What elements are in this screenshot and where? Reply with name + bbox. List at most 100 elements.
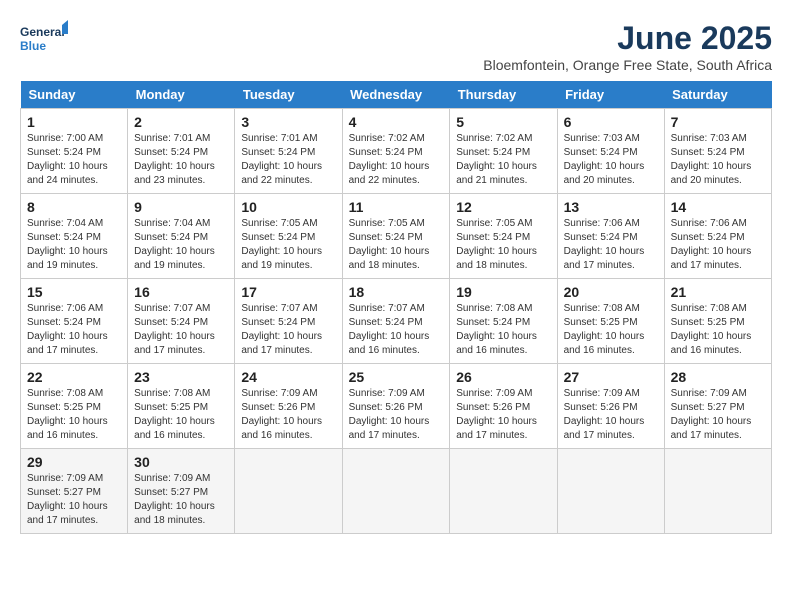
day-number: 5 [456,114,550,130]
day-info: Sunrise: 7:01 AM Sunset: 5:24 PM Dayligh… [241,132,335,188]
header-monday: Monday [128,81,235,109]
header-tuesday: Tuesday [235,81,342,109]
svg-text:Blue: Blue [20,39,46,53]
day-info: Sunrise: 7:07 AM Sunset: 5:24 PM Dayligh… [241,302,335,358]
day-info: Sunrise: 7:08 AM Sunset: 5:25 PM Dayligh… [671,302,765,358]
day-info: Sunrise: 7:09 AM Sunset: 5:26 PM Dayligh… [456,387,550,443]
week-row-5: 29 Sunrise: 7:09 AM Sunset: 5:27 PM Dayl… [21,449,772,534]
header-saturday: Saturday [664,81,771,109]
day-cell-27: 27 Sunrise: 7:09 AM Sunset: 5:26 PM Dayl… [557,364,664,449]
day-number: 3 [241,114,335,130]
empty-cell [664,449,771,534]
day-cell-3: 3 Sunrise: 7:01 AM Sunset: 5:24 PM Dayli… [235,109,342,194]
day-cell-11: 11 Sunrise: 7:05 AM Sunset: 5:24 PM Dayl… [342,194,450,279]
day-info: Sunrise: 7:09 AM Sunset: 5:26 PM Dayligh… [564,387,658,443]
day-cell-29: 29 Sunrise: 7:09 AM Sunset: 5:27 PM Dayl… [21,449,128,534]
day-cell-7: 7 Sunrise: 7:03 AM Sunset: 5:24 PM Dayli… [664,109,771,194]
day-cell-4: 4 Sunrise: 7:02 AM Sunset: 5:24 PM Dayli… [342,109,450,194]
day-info: Sunrise: 7:08 AM Sunset: 5:25 PM Dayligh… [134,387,228,443]
empty-cell [450,449,557,534]
day-number: 23 [134,369,228,385]
day-number: 11 [349,199,444,215]
day-cell-18: 18 Sunrise: 7:07 AM Sunset: 5:24 PM Dayl… [342,279,450,364]
day-info: Sunrise: 7:06 AM Sunset: 5:24 PM Dayligh… [564,217,658,273]
day-info: Sunrise: 7:00 AM Sunset: 5:24 PM Dayligh… [27,132,121,188]
day-number: 20 [564,284,658,300]
day-info: Sunrise: 7:09 AM Sunset: 5:27 PM Dayligh… [27,472,121,528]
day-info: Sunrise: 7:07 AM Sunset: 5:24 PM Dayligh… [134,302,228,358]
empty-cell [557,449,664,534]
day-number: 21 [671,284,765,300]
day-info: Sunrise: 7:05 AM Sunset: 5:24 PM Dayligh… [349,217,444,273]
day-cell-15: 15 Sunrise: 7:06 AM Sunset: 5:24 PM Dayl… [21,279,128,364]
day-info: Sunrise: 7:02 AM Sunset: 5:24 PM Dayligh… [349,132,444,188]
day-info: Sunrise: 7:07 AM Sunset: 5:24 PM Dayligh… [349,302,444,358]
day-info: Sunrise: 7:05 AM Sunset: 5:24 PM Dayligh… [241,217,335,273]
day-cell-16: 16 Sunrise: 7:07 AM Sunset: 5:24 PM Dayl… [128,279,235,364]
day-number: 24 [241,369,335,385]
day-cell-25: 25 Sunrise: 7:09 AM Sunset: 5:26 PM Dayl… [342,364,450,449]
day-cell-13: 13 Sunrise: 7:06 AM Sunset: 5:24 PM Dayl… [557,194,664,279]
day-cell-14: 14 Sunrise: 7:06 AM Sunset: 5:24 PM Dayl… [664,194,771,279]
day-number: 7 [671,114,765,130]
day-cell-21: 21 Sunrise: 7:08 AM Sunset: 5:25 PM Dayl… [664,279,771,364]
day-cell-20: 20 Sunrise: 7:08 AM Sunset: 5:25 PM Dayl… [557,279,664,364]
header-friday: Friday [557,81,664,109]
title-area: June 2025 Bloemfontein, Orange Free Stat… [483,20,772,73]
day-cell-28: 28 Sunrise: 7:09 AM Sunset: 5:27 PM Dayl… [664,364,771,449]
month-title: June 2025 [483,20,772,57]
day-cell-5: 5 Sunrise: 7:02 AM Sunset: 5:24 PM Dayli… [450,109,557,194]
day-number: 27 [564,369,658,385]
day-number: 8 [27,199,121,215]
day-number: 26 [456,369,550,385]
day-cell-23: 23 Sunrise: 7:08 AM Sunset: 5:25 PM Dayl… [128,364,235,449]
day-info: Sunrise: 7:08 AM Sunset: 5:25 PM Dayligh… [27,387,121,443]
day-info: Sunrise: 7:06 AM Sunset: 5:24 PM Dayligh… [671,217,765,273]
day-number: 12 [456,199,550,215]
day-info: Sunrise: 7:09 AM Sunset: 5:26 PM Dayligh… [349,387,444,443]
location-subtitle: Bloemfontein, Orange Free State, South A… [483,57,772,73]
logo: General Blue [20,20,68,60]
day-cell-1: 1 Sunrise: 7:00 AM Sunset: 5:24 PM Dayli… [21,109,128,194]
day-info: Sunrise: 7:09 AM Sunset: 5:26 PM Dayligh… [241,387,335,443]
day-cell-10: 10 Sunrise: 7:05 AM Sunset: 5:24 PM Dayl… [235,194,342,279]
day-number: 6 [564,114,658,130]
day-cell-2: 2 Sunrise: 7:01 AM Sunset: 5:24 PM Dayli… [128,109,235,194]
day-info: Sunrise: 7:03 AM Sunset: 5:24 PM Dayligh… [564,132,658,188]
day-number: 29 [27,454,121,470]
day-info: Sunrise: 7:06 AM Sunset: 5:24 PM Dayligh… [27,302,121,358]
logo-icon: General Blue [20,20,68,60]
svg-text:General: General [20,25,65,39]
day-number: 18 [349,284,444,300]
day-number: 15 [27,284,121,300]
header-sunday: Sunday [21,81,128,109]
day-number: 10 [241,199,335,215]
day-cell-19: 19 Sunrise: 7:08 AM Sunset: 5:24 PM Dayl… [450,279,557,364]
day-number: 1 [27,114,121,130]
day-number: 25 [349,369,444,385]
empty-cell [342,449,450,534]
empty-cell [235,449,342,534]
day-number: 2 [134,114,228,130]
day-cell-8: 8 Sunrise: 7:04 AM Sunset: 5:24 PM Dayli… [21,194,128,279]
header-wednesday: Wednesday [342,81,450,109]
day-cell-17: 17 Sunrise: 7:07 AM Sunset: 5:24 PM Dayl… [235,279,342,364]
day-number: 28 [671,369,765,385]
day-number: 9 [134,199,228,215]
weekday-header-row: Sunday Monday Tuesday Wednesday Thursday… [21,81,772,109]
day-info: Sunrise: 7:05 AM Sunset: 5:24 PM Dayligh… [456,217,550,273]
day-number: 16 [134,284,228,300]
week-row-1: 1 Sunrise: 7:00 AM Sunset: 5:24 PM Dayli… [21,109,772,194]
week-row-3: 15 Sunrise: 7:06 AM Sunset: 5:24 PM Dayl… [21,279,772,364]
day-number: 17 [241,284,335,300]
day-info: Sunrise: 7:01 AM Sunset: 5:24 PM Dayligh… [134,132,228,188]
header: General Blue June 2025 Bloemfontein, Ora… [20,20,772,73]
day-number: 30 [134,454,228,470]
day-number: 4 [349,114,444,130]
day-info: Sunrise: 7:09 AM Sunset: 5:27 PM Dayligh… [134,472,228,528]
day-info: Sunrise: 7:08 AM Sunset: 5:24 PM Dayligh… [456,302,550,358]
day-number: 22 [27,369,121,385]
calendar-table: Sunday Monday Tuesday Wednesday Thursday… [20,81,772,534]
day-info: Sunrise: 7:09 AM Sunset: 5:27 PM Dayligh… [671,387,765,443]
day-number: 14 [671,199,765,215]
